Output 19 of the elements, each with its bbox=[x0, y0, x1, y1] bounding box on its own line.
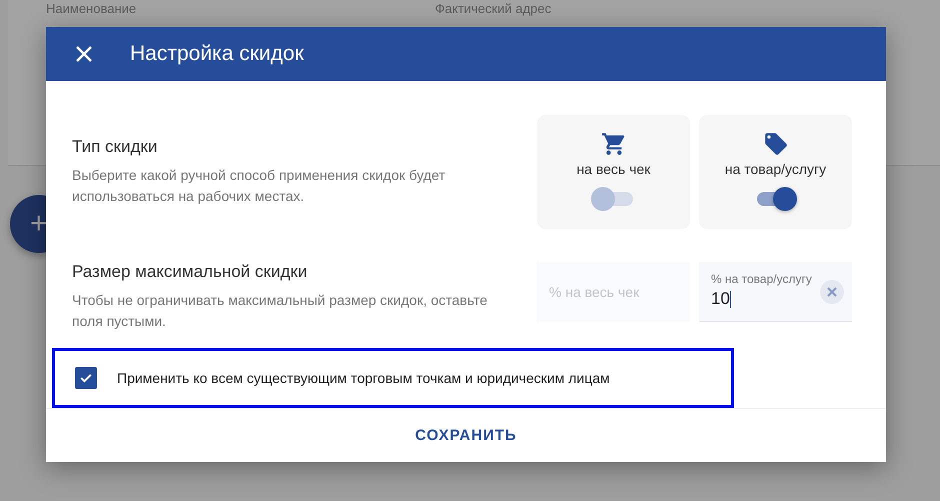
option-card[interactable]: на весь чек bbox=[537, 114, 690, 228]
field-label: Наименование bbox=[46, 1, 138, 16]
save-button[interactable]: СОХРАНИТЬ bbox=[409, 426, 523, 445]
dialog-title: Настройка скидок bbox=[130, 42, 304, 66]
option-card[interactable]: на товар/услугу bbox=[699, 114, 852, 228]
field-label: Фактический адрес bbox=[435, 1, 552, 16]
input-field[interactable]: % на товар/услугу 10 bbox=[699, 262, 852, 322]
section-description: Чтобы не ограничивать максимальный размер скидок, оставьте поля пустыми. bbox=[72, 290, 488, 331]
section-title: Тип скидки bbox=[72, 136, 158, 156]
cart-icon bbox=[600, 130, 626, 156]
section-description: Выберите какой ручной способ применения скидок будет использоваться на рабочих местах. bbox=[72, 166, 446, 206]
option-label: на весь чек bbox=[576, 160, 650, 176]
section-title: Размер максимальной скидки bbox=[72, 262, 308, 282]
clear-icon[interactable] bbox=[820, 280, 844, 304]
close-icon[interactable] bbox=[74, 44, 94, 64]
option-label: на товар/услугу bbox=[724, 160, 826, 176]
checkbox[interactable] bbox=[75, 366, 97, 388]
tag-icon bbox=[762, 130, 788, 156]
checkbox-label: Применить ко всем существующим торговым точкам и юридическим лицам bbox=[117, 370, 610, 386]
